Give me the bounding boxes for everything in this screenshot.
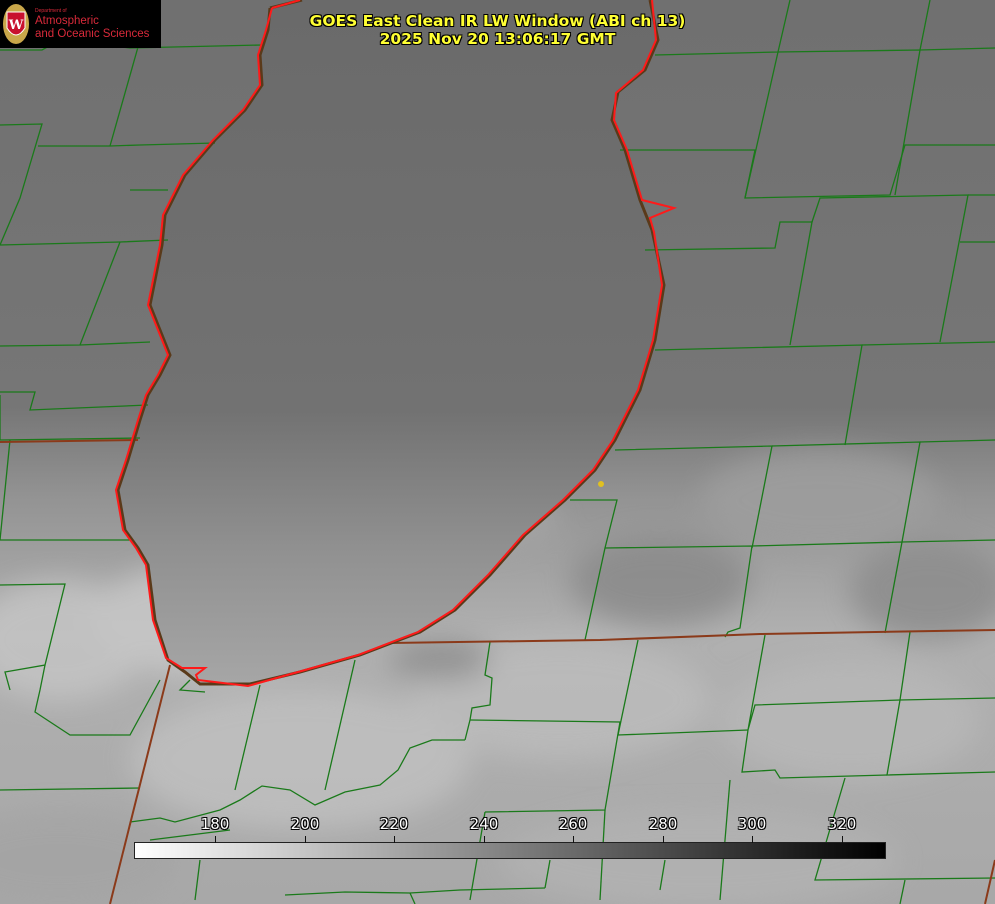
title-line-1: GOES East Clean IR LW Window (ABI ch 13) [309,12,686,30]
title-line-2: 2025 Nov 20 13:06:17 GMT [379,30,616,48]
colorbar [134,842,886,859]
colorbar-tick-mark [305,836,306,843]
colorbar-tick-mark [484,836,485,843]
colorbar-tick-mark [573,836,574,843]
colorbar-tick-label: 200 [290,815,320,833]
city-marker [598,481,604,487]
colorbar-tick-mark [842,836,843,843]
logo-line-2: and Oceanic Sciences [35,28,150,40]
colorbar-tick-mark [215,836,216,843]
uw-aos-logo: W Department of Atmospheric and Oceanic … [0,0,161,48]
colorbar-tick-label: 280 [648,815,678,833]
logo-dept-label: Department of [35,8,67,14]
map-title: GOES East Clean IR LW Window (ABI ch 13)… [300,12,695,48]
colorbar-tick-label: 320 [827,815,857,833]
map-canvas [0,0,995,904]
logo-line-1: Atmospheric [35,15,99,27]
colorbar-tick-label: 240 [469,815,499,833]
colorbar-tick-mark [752,836,753,843]
colorbar-tick-label: 180 [200,815,230,833]
uw-seal-icon: W [3,4,29,44]
colorbar-tick-mark [663,836,664,843]
seal-letter: W [8,18,24,33]
colorbar-tick-label: 300 [737,815,767,833]
satellite-map: W Department of Atmospheric and Oceanic … [0,0,995,904]
colorbar-tick-label: 220 [379,815,409,833]
colorbar-tick-mark [394,836,395,843]
colorbar-tick-label: 260 [558,815,588,833]
